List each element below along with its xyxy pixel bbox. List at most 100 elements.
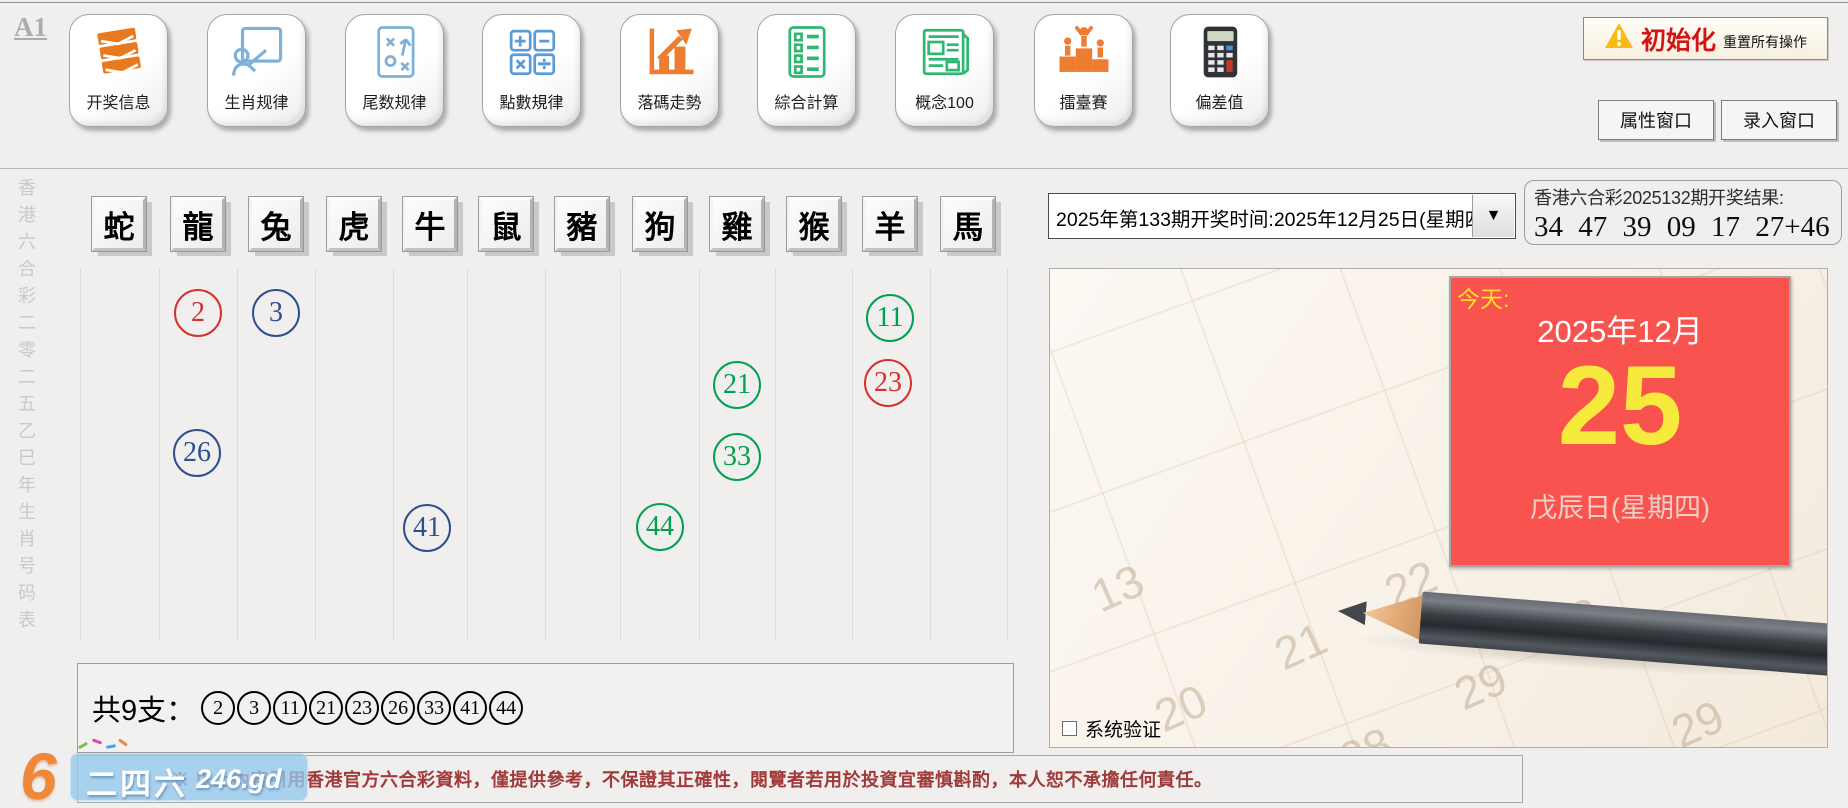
toolbar-button-label: 概念100 (915, 95, 974, 112)
pencil-wood (1361, 590, 1424, 641)
toolbar-button-deviation[interactable]: 偏差值 (1170, 14, 1269, 127)
vertical-title: 香港六合彩二零二五乙巳年生肖号码表 (16, 178, 36, 637)
grid-column-line (159, 268, 160, 640)
lottery-app-window: A1 开奖信息 生肖规律 尾数规律 點數規律 落碼走勢 綜合計算 概念100 擂… (0, 0, 1848, 808)
toolbar-button-label: 擂臺賽 (1059, 95, 1108, 112)
toolbar-button-arena[interactable]: 擂臺賽 (1034, 14, 1133, 127)
grid-column-line (930, 268, 931, 640)
toolbar-button-concept-100[interactable]: 概念100 (895, 14, 994, 127)
watermark: 6 二四六 246.gd (8, 738, 310, 808)
initialize-button[interactable]: 初始化 重置所有操作 (1583, 17, 1828, 60)
calendar-day: 25 (1557, 343, 1683, 468)
checklist-icon (778, 15, 836, 87)
grid-number-21: 21 (713, 361, 761, 409)
draw-period-select[interactable]: 2025年第133期开奖时间:2025年12月25日(星期四) ▼ (1048, 193, 1516, 239)
grid-column-line (545, 268, 546, 640)
watermark-domain: 246.gd (196, 764, 282, 794)
corner-label: A1 (14, 12, 47, 42)
grid-number-44: 44 (636, 503, 684, 551)
watermark-six-logo: 6 (20, 739, 57, 808)
window-top-border (0, 2, 1848, 3)
zodiac-key-monkey[interactable]: 猴 (787, 197, 841, 251)
system-verify-label: 系统验证 (1085, 720, 1162, 741)
grid-column-line (393, 268, 394, 640)
toolbar-button-tail-rules[interactable]: 尾数规律 (345, 14, 444, 127)
initialize-label: 初始化 (1640, 26, 1716, 55)
zodiac-key-snake[interactable]: 蛇 (92, 197, 146, 251)
zodiac-key-rat[interactable]: 鼠 (479, 197, 533, 251)
properties-window-button[interactable]: 属性窗口 (1598, 100, 1714, 140)
calculator-icon (1191, 15, 1249, 87)
calendar-day-detail: 戊辰日(星期四) (1530, 493, 1710, 523)
today-date-card: 今天: 2025年12月 25 戊辰日(星期四) (1449, 276, 1791, 567)
summary-number: 44 (489, 691, 524, 725)
podium-icon (1055, 15, 1113, 87)
grid-number-11: 11 (866, 294, 914, 342)
grid-column-line (80, 268, 81, 640)
grid-column-line (467, 268, 468, 640)
grid-number-41: 41 (403, 504, 451, 552)
toolbar-divider (0, 168, 1848, 169)
zodiac-key-dog[interactable]: 狗 (633, 197, 687, 251)
summary-number: 11 (273, 691, 308, 725)
confetti-icon (118, 738, 128, 747)
books-icon (90, 15, 148, 87)
calendar-panel: 13 20 21 22 29 28 22 29 今天: 2025年12月 25 … (1049, 268, 1828, 748)
grid-column-line (620, 268, 621, 640)
zodiac-key-dragon[interactable]: 龍 (171, 197, 225, 251)
summary-number: 23 (345, 691, 380, 725)
toolbar-button-draw-info[interactable]: 开奖信息 (69, 14, 168, 127)
zodiac-key-horse[interactable]: 馬 (941, 197, 995, 251)
grid-column-line (1007, 268, 1008, 640)
summary-label: 共9支： (92, 695, 196, 727)
zodiac-key-goat[interactable]: 羊 (863, 197, 917, 251)
summary-number: 3 (237, 691, 272, 725)
toolbar-button-composite-calc[interactable]: 綜合計算 (757, 14, 856, 127)
grid-column-line (237, 268, 238, 640)
grid-column-line (699, 268, 700, 640)
toolbar-button-label: 點數規律 (499, 95, 564, 112)
system-verify-row: 系统验证 (1062, 715, 1161, 742)
presentation-icon (228, 15, 286, 87)
toolbar-button-label: 生肖规律 (224, 95, 289, 112)
summary-number: 21 (309, 691, 344, 725)
zodiac-key-tiger[interactable]: 虎 (327, 197, 381, 251)
system-verify-checkbox[interactable] (1062, 721, 1077, 736)
latest-result-box: 香港六合彩2025132期开奖结果: 34 47 39 09 17 27+46 (1524, 180, 1842, 245)
zodiac-key-rooster[interactable]: 雞 (710, 197, 764, 251)
math-grid-icon (503, 15, 561, 87)
summary-number: 26 (381, 691, 416, 725)
summary-number: 2 (201, 691, 236, 725)
grid-number-3: 3 (252, 289, 300, 337)
zodiac-key-rabbit[interactable]: 兔 (249, 197, 303, 251)
grid-number-2: 2 (174, 289, 222, 337)
grid-number-33: 33 (713, 433, 761, 481)
summary-number: 33 (417, 691, 452, 725)
confetti-icon (91, 738, 103, 745)
pencil-tip (1337, 599, 1367, 625)
grid-column-line (775, 268, 776, 640)
chevron-down-icon[interactable]: ▼ (1472, 195, 1514, 237)
zodiac-key-pig[interactable]: 豬 (555, 197, 609, 251)
latest-result-title: 香港六合彩2025132期开奖结果: (1534, 188, 1784, 208)
trend-chart-icon (641, 15, 699, 87)
toolbar-button-point-rules[interactable]: 點數規律 (482, 14, 581, 127)
summary-number: 41 (453, 691, 488, 725)
disclaimer-text: ※ 以上內容引用香港官方六合彩資料，僅提供參考，不保證其正確性，閱覽者若用於投資… (171, 770, 1213, 790)
grid-column-line (852, 268, 853, 640)
toolbar-button-zodiac-rules[interactable]: 生肖规律 (207, 14, 306, 127)
entry-window-button[interactable]: 录入窗口 (1721, 100, 1837, 140)
watermark-brand: 二四六 (86, 767, 188, 802)
grid-column-line (315, 268, 316, 640)
draw-period-value: 2025年第133期开奖时间:2025年12月25日(星期四) (1056, 208, 1473, 231)
toolbar-button-trend[interactable]: 落碼走勢 (620, 14, 719, 127)
latest-result-numbers: 34 47 39 09 17 27+46 (1534, 211, 1830, 243)
strategy-icon (366, 15, 424, 87)
grid-number-26: 26 (173, 429, 221, 477)
initialize-sublabel: 重置所有操作 (1723, 33, 1807, 50)
confetti-icon (105, 744, 117, 749)
warning-icon (1604, 22, 1634, 55)
toolbar-button-label: 落碼走勢 (637, 95, 702, 112)
confetti-icon (77, 741, 89, 750)
zodiac-key-ox[interactable]: 牛 (403, 197, 457, 251)
